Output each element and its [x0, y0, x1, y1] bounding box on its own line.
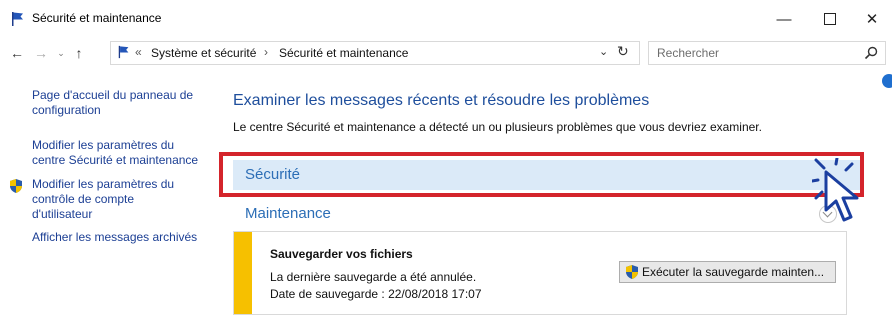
back-arrow-icon: ← — [10, 45, 24, 61]
run-backup-button[interactable]: Exécuter la sauvegarde mainten... — [619, 261, 836, 283]
card-backup-date: Date de sauvegarde : 22/08/2018 17:07 — [270, 287, 482, 301]
page-description: Le centre Sécurité et maintenance a déte… — [233, 120, 762, 134]
up-arrow-icon: ↑ — [75, 45, 83, 61]
click-pointer-icon — [812, 158, 859, 222]
overflow-chevron-icon[interactable]: « — [135, 45, 142, 59]
breadcrumb-separator-icon[interactable]: › — [264, 45, 268, 59]
navigation-bar: ← → ⌄ ↑ « Système et sécurité › Sécurité… — [0, 38, 892, 68]
address-dropdown-icon[interactable]: ⌄ — [599, 45, 608, 58]
flag-icon — [12, 12, 23, 26]
card-status-text: La dernière sauvegarde a été annulée. — [270, 270, 477, 284]
run-backup-button-label: Exécuter la sauvegarde mainten... — [642, 265, 825, 279]
address-bar[interactable]: « Système et sécurité › Sécurité et main… — [110, 41, 640, 65]
search-box[interactable] — [648, 41, 886, 65]
page-title: Examiner les messages récents et résoudr… — [233, 92, 650, 109]
flag-icon — [118, 45, 129, 59]
warning-severity-bar — [234, 232, 252, 314]
breadcrumb-system-security[interactable]: Système et sécurité — [151, 46, 256, 60]
highlight-frame — [219, 152, 864, 197]
search-icon[interactable] — [863, 45, 879, 61]
maximize-icon — [824, 13, 836, 25]
title-bar: Sécurité et maintenance — ✕ — [0, 0, 892, 38]
maintenance-section-label[interactable]: Maintenance — [245, 205, 331, 222]
help-icon[interactable] — [882, 74, 892, 88]
minimize-button[interactable]: — — [764, 6, 804, 32]
forward-arrow-icon: → — [34, 45, 48, 61]
minimize-icon: — — [776, 10, 792, 28]
recent-locations-button[interactable]: ⌄ — [52, 44, 70, 62]
refresh-icon[interactable]: ↻ — [617, 43, 629, 60]
link-control-panel-home[interactable]: Page d'accueil du panneau de configurati… — [32, 88, 202, 118]
uac-shield-icon — [10, 179, 22, 193]
uac-shield-icon — [626, 265, 638, 279]
close-button[interactable]: ✕ — [852, 6, 892, 32]
link-uac-settings[interactable]: Modifier les paramètres du contrôle de c… — [32, 177, 192, 222]
link-change-security-settings[interactable]: Modifier les paramètres du centre Sécuri… — [32, 138, 204, 168]
close-icon: ✕ — [865, 11, 879, 28]
backup-notification-card: Sauvegarder vos fichiers La dernière sau… — [233, 231, 847, 315]
forward-button[interactable]: → — [32, 44, 50, 62]
link-archived-messages[interactable]: Afficher les messages archivés — [32, 230, 212, 245]
back-button[interactable]: ← — [8, 44, 26, 62]
breadcrumb-security-maintenance[interactable]: Sécurité et maintenance — [279, 46, 408, 60]
window-title: Sécurité et maintenance — [32, 11, 162, 25]
card-title: Sauvegarder vos fichiers — [270, 247, 413, 261]
search-input[interactable] — [655, 44, 859, 62]
maximize-button[interactable] — [810, 6, 850, 32]
chevron-down-icon: ⌄ — [57, 47, 65, 58]
up-button[interactable]: ↑ — [70, 44, 88, 62]
